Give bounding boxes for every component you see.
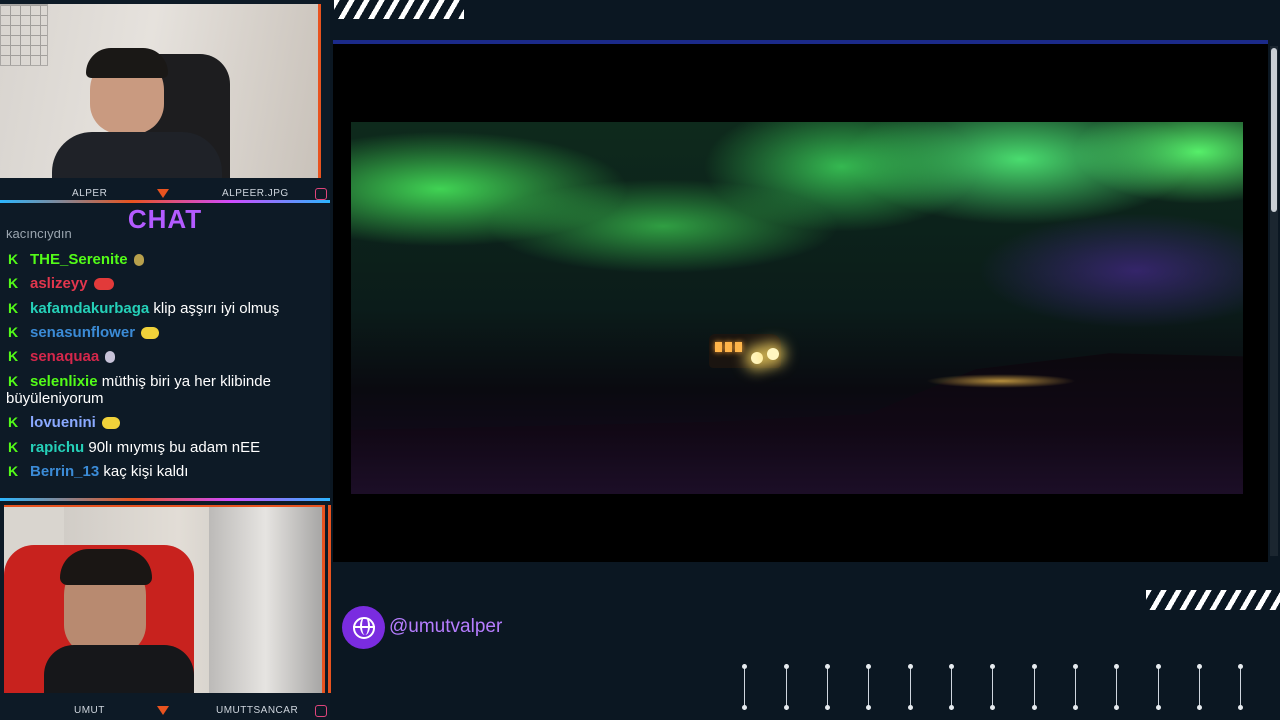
cam-bottom-right-label: UMUTTSANCAR bbox=[216, 705, 299, 716]
chat-username[interactable]: selenlixie bbox=[30, 373, 98, 390]
chat-username[interactable]: Berrin_13 bbox=[30, 463, 99, 480]
cam-bottom-edge bbox=[322, 505, 325, 693]
globe-icon bbox=[342, 606, 385, 649]
chat-box: kacıncıydın K THE_Serenite Kaslizeyy Kkaf… bbox=[0, 230, 326, 492]
tick-marker bbox=[782, 664, 791, 710]
van-window bbox=[725, 342, 732, 352]
kick-icon: K bbox=[8, 251, 19, 267]
tick-marker bbox=[864, 664, 873, 710]
tick-marker bbox=[1112, 664, 1121, 710]
cam-top-edge bbox=[318, 4, 321, 178]
chat-text: 90lı mıymış bu adam nEE bbox=[88, 439, 261, 456]
webcam-top bbox=[0, 4, 318, 178]
cam-top-left-label: ALPER bbox=[72, 188, 108, 199]
chat-username[interactable]: aslizeyy bbox=[30, 275, 88, 292]
tick-marker bbox=[823, 664, 832, 710]
webcam-bottom bbox=[4, 505, 322, 693]
separator-line bbox=[0, 498, 330, 501]
scrollbar-thumb[interactable] bbox=[1271, 48, 1277, 212]
kick-icon: K bbox=[8, 275, 19, 291]
decorative-stripes bbox=[334, 0, 464, 19]
triangle-down-icon bbox=[157, 706, 169, 715]
music-video-scene bbox=[351, 122, 1243, 494]
kick-icon: K bbox=[8, 373, 19, 389]
person-shirt bbox=[44, 645, 194, 693]
triangle-down-icon bbox=[157, 189, 169, 198]
headlight bbox=[767, 348, 779, 360]
cam-bottom-left-label: UMUT bbox=[74, 705, 105, 716]
chat-username[interactable]: lovuenini bbox=[30, 414, 96, 431]
kick-icon: K bbox=[8, 463, 19, 479]
chat-message: Klovuenini bbox=[8, 414, 320, 431]
hill-silhouette bbox=[351, 353, 1243, 494]
tick-marker bbox=[1195, 664, 1204, 710]
chat-message: Ksenasunflower bbox=[8, 324, 320, 341]
tick-marker bbox=[1154, 664, 1163, 710]
chat-username[interactable]: rapichu bbox=[30, 439, 84, 456]
cam-bottom-edge bbox=[4, 505, 322, 507]
kick-icon: K bbox=[8, 439, 19, 455]
emote-icon bbox=[133, 254, 144, 267]
chat-message: Kkafamdakurbaga klip aşşırı iyi olmuş bbox=[8, 300, 320, 317]
chat-message: K Berrin_13 kaç kişi kaldı bbox=[8, 463, 320, 480]
van-window bbox=[735, 342, 742, 352]
decorative-stripes bbox=[1146, 590, 1280, 610]
chat-text: klip aşşırı iyi olmuş bbox=[153, 300, 280, 317]
field-light bbox=[926, 374, 1076, 388]
person-hair bbox=[86, 48, 168, 78]
tick-marker bbox=[1236, 664, 1245, 710]
kick-icon: K bbox=[8, 300, 19, 316]
tick-marker bbox=[740, 664, 749, 710]
tick-marker bbox=[947, 664, 956, 710]
tick-marker bbox=[1030, 664, 1039, 710]
person-hair bbox=[60, 549, 152, 585]
chat-username[interactable]: senasunflower bbox=[30, 324, 135, 341]
tick-marker bbox=[1071, 664, 1080, 710]
chat-text: kaç kişi kaldı bbox=[103, 463, 189, 480]
wall-grid bbox=[0, 4, 48, 66]
kick-icon: K bbox=[8, 414, 19, 430]
chat-message: Kselenlixie müthiş biri ya her klibinde … bbox=[6, 373, 318, 407]
emote-icon bbox=[93, 278, 114, 291]
tick-marker bbox=[906, 664, 915, 710]
headlight bbox=[751, 352, 763, 364]
chat-message: Kaslizeyy bbox=[8, 275, 320, 292]
chat-username[interactable]: THE_Serenite bbox=[30, 251, 128, 268]
emote-icon bbox=[141, 327, 160, 340]
chat-cut-message: kacıncıydın bbox=[6, 230, 72, 241]
cam-top-bar: ALPER ALPEER.JPG bbox=[0, 187, 330, 201]
van bbox=[709, 334, 781, 368]
social-handle: @umutvalper bbox=[389, 616, 503, 637]
emote-icon bbox=[101, 417, 120, 430]
chat-message: K THE_Serenite bbox=[8, 251, 320, 268]
emote-icon bbox=[105, 351, 116, 364]
separator-line bbox=[0, 200, 330, 203]
wardrobe bbox=[209, 505, 322, 693]
person-shirt bbox=[52, 132, 222, 178]
van-window bbox=[715, 342, 722, 352]
chat-message: Krapichu 90lı mıymış bu adam nEE bbox=[8, 439, 320, 456]
tick-marker bbox=[988, 664, 997, 710]
kick-icon: K bbox=[8, 324, 19, 340]
cam-bottom-bar: UMUT UMUTTSANCAR bbox=[0, 704, 330, 718]
chat-message: Ksenaquaa bbox=[8, 348, 320, 365]
cam-top-right-label: ALPEER.JPG bbox=[222, 188, 289, 199]
cam-bottom-outer-edge bbox=[328, 505, 331, 693]
instagram-icon bbox=[315, 188, 327, 200]
chat-username[interactable]: senaquaa bbox=[30, 348, 99, 365]
instagram-icon bbox=[315, 705, 327, 717]
chat-username[interactable]: kafamdakurbaga bbox=[30, 300, 149, 317]
kick-icon: K bbox=[8, 348, 19, 364]
